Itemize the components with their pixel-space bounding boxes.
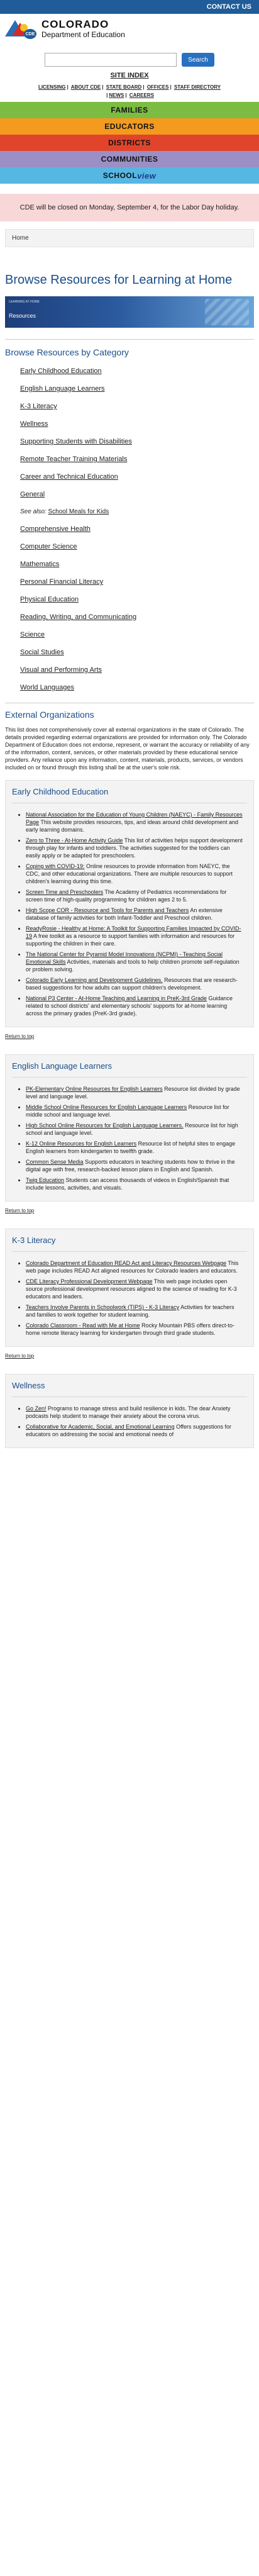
site-index-link[interactable]: SITE INDEX [0,72,259,79]
return-to-top-link[interactable]: Return to top [5,1353,254,1359]
nav-families[interactable]: FAMILIES [0,102,259,118]
search-input[interactable] [45,53,177,67]
category-list-content: Comprehensive Health Computer Science Ma… [20,525,259,691]
resource-item: Common Sense Media Supports educators in… [26,1158,243,1173]
cde-logo-icon[interactable]: CDE [5,19,36,39]
category-item: Comprehensive Health [20,525,91,533]
resource-item: The National Center for Pyramid Model In… [26,951,243,973]
contact-us-link[interactable]: CONTACT US [207,3,251,11]
resource-item: Twig Education Students can access thous… [26,1176,243,1191]
top-utility-bar: CONTACT US [0,0,259,14]
category-item: Reading, Writing, and Communicating [20,613,137,621]
state-board-link[interactable]: STATE BOARD [106,84,142,90]
resource-item: High School Online Resources for English… [26,1122,243,1137]
panel-k3-literacy: K-3 Literacy Colorado Department of Educ… [5,1229,254,1347]
resource-item: Teachers Involve Parents in Schoolwork (… [26,1303,243,1319]
nav-schoolview[interactable]: SCHOOL view [0,167,259,184]
resource-item: K-12 Online Resources for English Learne… [26,1140,243,1155]
about-cde-link[interactable]: ABOUT CDE [71,84,101,90]
category-item: Computer Science [20,543,77,550]
category-item: K-3 Literacy [20,403,57,410]
news-link[interactable]: NEWS [109,92,124,98]
resource-item: CDE Literacy Professional Development We… [26,1278,243,1300]
resource-item: PK-Elementary Online Resources for Engli… [26,1085,243,1100]
category-item: Physical Education [20,596,79,603]
category-item: Wellness [20,420,48,428]
site-title[interactable]: COLORADO [41,18,125,31]
category-item: English Language Learners [20,385,105,393]
panel-heading: Wellness [12,1381,45,1390]
external-disclaimer: This list does not comprehensively cover… [5,727,250,771]
category-item: Remote Teacher Training Materials [20,455,128,463]
licensing-link[interactable]: LICENSING [38,84,66,90]
site-subtitle[interactable]: Department of Education [41,30,125,39]
category-item: Personal Financial Literacy [20,578,104,586]
school-meals-link[interactable]: School Meals for Kids [48,508,109,515]
category-item: Mathematics [20,560,60,568]
panel-wellness: Wellness Go Zen! Programs to manage stre… [5,1374,254,1448]
search-button[interactable]: Search [182,53,214,67]
careers-link[interactable]: CAREERS [130,92,154,98]
category-item: Social Studies [20,649,64,656]
category-item: Science [20,631,45,638]
main-navigation: FAMILIES EDUCATORS DISTRICTS COMMUNITIES… [0,102,259,184]
nav-districts[interactable]: DISTRICTS [0,135,259,151]
divider [5,339,254,340]
staff-directory-link[interactable]: STAFF DIRECTORY [174,84,221,90]
breadcrumb: Home [5,229,254,247]
see-also: See also: School Meals for Kids [20,508,109,515]
resource-item: National Association for the Education o… [26,811,243,834]
panel-english-language-learners: English Language Learners PK-Elementary … [5,1054,254,1202]
resource-item: Collaborative for Academic, Social, and … [26,1423,243,1438]
resource-item: Go Zen! Programs to manage stress and bu… [26,1405,243,1420]
return-to-top-link[interactable]: Return to top [5,1034,254,1039]
utility-links: LICENSING | ABOUT CDE | STATE BOARD | OFFIC… [38,84,221,98]
panel-heading: K-3 Literacy [12,1235,56,1245]
breadcrumb-home-link[interactable]: Home [12,235,29,242]
resource-item: Coping with COVID-19: Online resources t… [26,862,243,885]
category-item: General [20,491,45,498]
search-bar: Search [0,53,259,67]
banner-illustration [205,299,249,325]
resource-item: Zero to Three - At-Home Activity Guide T… [26,837,243,859]
resource-item: Middle School Online Resources for Engli… [26,1103,243,1118]
panel-heading: Early Childhood Education [12,787,109,796]
nav-communities[interactable]: COMMUNITIES [0,151,259,167]
resource-item: ReadyRosie - Healthy at Home: A Toolkit … [26,925,243,947]
category-item: Career and Technical Education [20,473,118,481]
category-item: World Languages [20,684,75,691]
resource-item: Colorado Classroom - Read with Me at Hom… [26,1322,243,1337]
resource-item: National P3 Center - At-Home Teaching an… [26,995,243,1017]
panel-early-childhood: Early Childhood Education National Assoc… [5,780,254,1027]
learning-at-home-banner: LEARNING AT HOME Resources [5,296,254,328]
resource-item: Colorado Department of Education READ Ac… [26,1259,243,1274]
category-item: Early Childhood Education [20,367,102,375]
nav-educators[interactable]: EDUCATORS [0,118,259,135]
resource-item: Screen Time and Preschoolers The Academy… [26,888,243,903]
category-item: Visual and Performing Arts [20,666,102,674]
categories-heading: Browse Resources by Category [5,347,129,357]
resource-item: Colorado Early Learning and Development … [26,976,243,991]
resource-item: High Scope COR - Resource and Tools for … [26,906,243,922]
category-list-primary: Early Childhood Education English Langua… [20,367,259,498]
panel-heading: English Language Learners [12,1061,113,1071]
return-to-top-link[interactable]: Return to top [5,1208,254,1213]
external-organizations-heading: External Organizations [5,710,94,720]
category-item: Supporting Students with Disabilities [20,438,132,445]
offices-link[interactable]: OFFICES [147,84,169,90]
site-header: CDE COLORADO Department of Education [0,14,259,44]
page-title: Browse Resources for Learning at Home [5,273,233,287]
closure-alert: CDE will be closed on Monday, September … [0,194,259,221]
